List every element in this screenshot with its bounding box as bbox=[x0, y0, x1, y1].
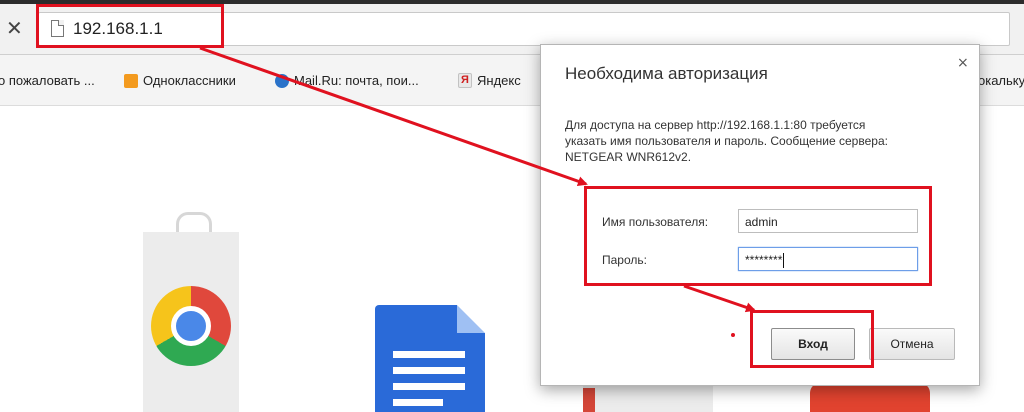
arrow-credentials-to-login bbox=[683, 284, 756, 313]
annotation-arrows bbox=[199, 46, 756, 313]
arrow-url-to-credentials bbox=[199, 46, 588, 187]
